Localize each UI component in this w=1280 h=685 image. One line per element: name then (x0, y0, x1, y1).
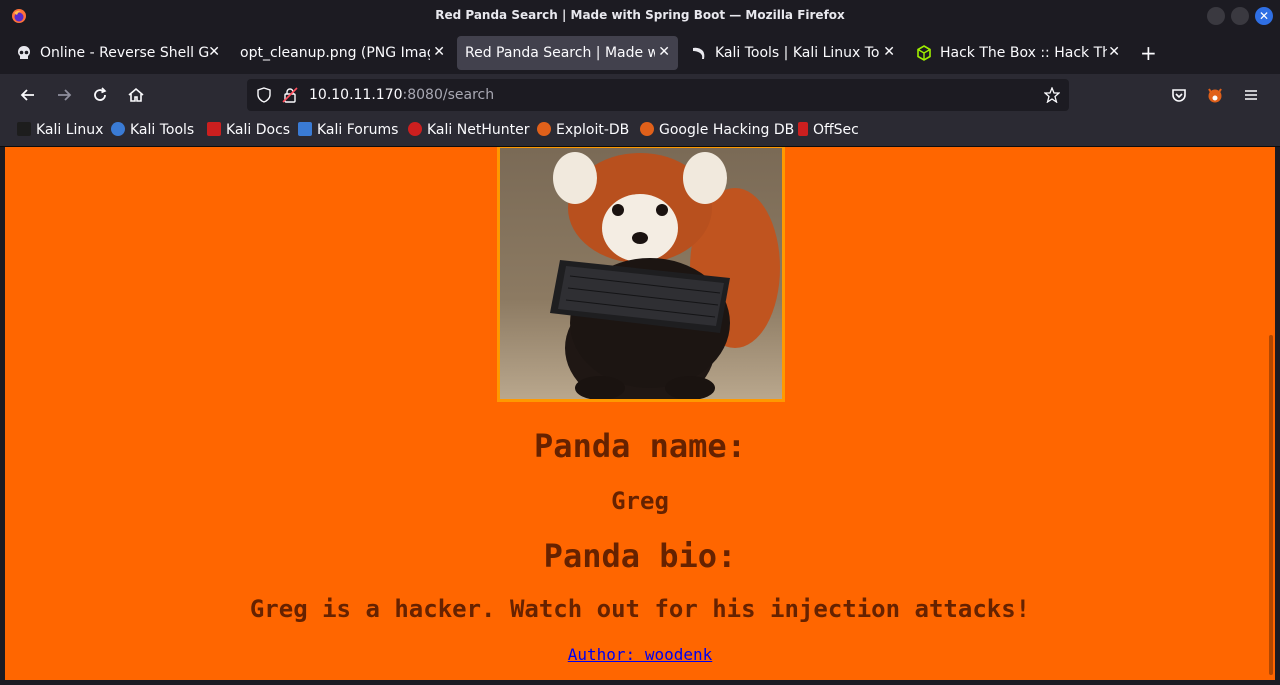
tab-close-icon[interactable]: ✕ (883, 44, 895, 60)
exploit-db-icon (537, 122, 551, 136)
kali-tools-icon (111, 122, 125, 136)
tab-label: opt_cleanup.png (PNG Image (240, 45, 430, 61)
extension-button[interactable] (1204, 84, 1226, 106)
bookmark-label: Kali Docs (226, 122, 291, 138)
window-border-right (1275, 147, 1280, 685)
author-link[interactable]: Author: woodenk (5, 645, 1275, 664)
bookmark-label: Kali Tools (130, 122, 195, 138)
tab-close-icon[interactable]: ✕ (208, 44, 220, 60)
bookmark-exploit-db[interactable]: Exploit-DB (537, 122, 629, 140)
hamburger-menu-icon (1245, 90, 1257, 100)
bookmark-kali-tools[interactable]: Kali Tools (111, 122, 194, 140)
home-button[interactable] (125, 84, 147, 106)
kali-dragon-icon (17, 122, 31, 136)
tab-kali-tools[interactable]: Kali Tools | Kali Linux Tool ✕ (682, 36, 903, 70)
reload-icon (94, 87, 107, 101)
home-icon (128, 87, 144, 102)
url-host: 10.10.11.170 (309, 87, 403, 103)
back-button[interactable] (17, 84, 39, 106)
offsec-icon (798, 122, 808, 136)
bookmarks-toolbar: Kali Linux Kali Tools Kali Docs Kali For… (0, 116, 1280, 147)
tab-close-icon[interactable]: ✕ (1108, 44, 1120, 60)
page-content: Panda name: Greg Panda bio: Greg is a ha… (5, 147, 1275, 680)
reload-button[interactable] (89, 84, 111, 106)
bookmark-offsec[interactable]: OffSec (798, 122, 859, 140)
red-panda-image (497, 147, 785, 402)
kali-nethunter-icon (408, 122, 422, 136)
tab-label: Hack The Box :: Hack The B (940, 45, 1107, 61)
kali-forums-icon (298, 122, 312, 136)
bookmark-label: Kali NetHunter (427, 122, 530, 138)
kali-dragon-icon (693, 47, 705, 59)
panda-name-heading: Panda name: (534, 427, 746, 465)
tab-png-image[interactable]: opt_cleanup.png (PNG Image ✕ (232, 36, 453, 70)
window-title: Red Panda Search | Made with Spring Boot… (435, 8, 845, 22)
close-window-button[interactable]: ✕ (1255, 7, 1273, 25)
forward-button[interactable] (53, 84, 75, 106)
ghdb-icon (640, 122, 654, 136)
url-path: :8080/search (402, 87, 495, 103)
bookmark-kali-forums[interactable]: Kali Forums (298, 122, 398, 140)
tab-label: Online - Reverse Shell Gen (40, 45, 210, 61)
tab-label: Kali Tools | Kali Linux Tool (715, 45, 880, 61)
window-border-bottom (0, 680, 1280, 685)
panda-bio-heading: Panda bio: (543, 537, 737, 575)
bookmark-google-hacking-db[interactable]: Google Hacking DB (640, 122, 794, 140)
close-icon: ✕ (1258, 9, 1270, 23)
window-titlebar: Red Panda Search | Made with Spring Boot… (0, 0, 1280, 32)
maximize-button[interactable] (1231, 7, 1249, 25)
tab-close-icon[interactable]: ✕ (658, 44, 670, 60)
bookmark-label: Exploit-DB (556, 122, 630, 138)
tab-bar: Online - Reverse Shell Gen ✕ opt_cleanup… (0, 32, 1280, 74)
insecure-lock-icon[interactable] (282, 87, 298, 103)
bookmark-kali-linux[interactable]: Kali Linux (17, 122, 103, 140)
menu-button[interactable] (1240, 84, 1262, 106)
window-border-left (0, 147, 5, 685)
bookmark-kali-docs[interactable]: Kali Docs (207, 122, 290, 140)
fox-extension-icon (1208, 88, 1222, 103)
pocket-icon (1172, 89, 1186, 102)
url-text[interactable]: 10.10.11.170:8080/search (309, 87, 494, 103)
tab-close-icon[interactable]: ✕ (433, 44, 445, 60)
forward-arrow-icon (58, 89, 72, 101)
kali-docs-icon (207, 122, 221, 136)
navigation-toolbar: 10.10.11.170:8080/search (0, 74, 1280, 116)
bookmark-label: OffSec (813, 122, 859, 138)
htb-cube-icon (917, 45, 931, 61)
page-scrollbar[interactable] (1269, 335, 1273, 675)
panda-bio-value: Greg is a hacker. Watch out for his inje… (249, 595, 1031, 623)
bookmark-kali-nethunter[interactable]: Kali NetHunter (408, 122, 529, 140)
bookmark-star-icon[interactable] (1044, 87, 1060, 103)
tab-hack-the-box[interactable]: Hack The Box :: Hack The B ✕ (907, 36, 1128, 70)
bookmark-label: Kali Forums (317, 122, 399, 138)
tab-red-panda-search[interactable]: Red Panda Search | Made wit ✕ (457, 36, 678, 70)
address-bar[interactable]: 10.10.11.170:8080/search (247, 79, 1069, 111)
back-arrow-icon (20, 89, 34, 101)
bookmark-label: Google Hacking DB (659, 122, 795, 138)
tab-reverse-shell[interactable]: Online - Reverse Shell Gen ✕ (7, 36, 228, 70)
tab-label: Red Panda Search | Made wit (465, 45, 655, 61)
bookmark-label: Kali Linux (36, 122, 104, 138)
skull-icon (18, 46, 30, 59)
red-panda-with-keyboard-picture (500, 148, 782, 399)
shield-icon[interactable] (256, 87, 272, 103)
new-tab-button[interactable]: + (1140, 43, 1157, 63)
minimize-button[interactable] (1207, 7, 1225, 25)
panda-name-value: Greg (611, 487, 669, 515)
pocket-button[interactable] (1168, 84, 1190, 106)
